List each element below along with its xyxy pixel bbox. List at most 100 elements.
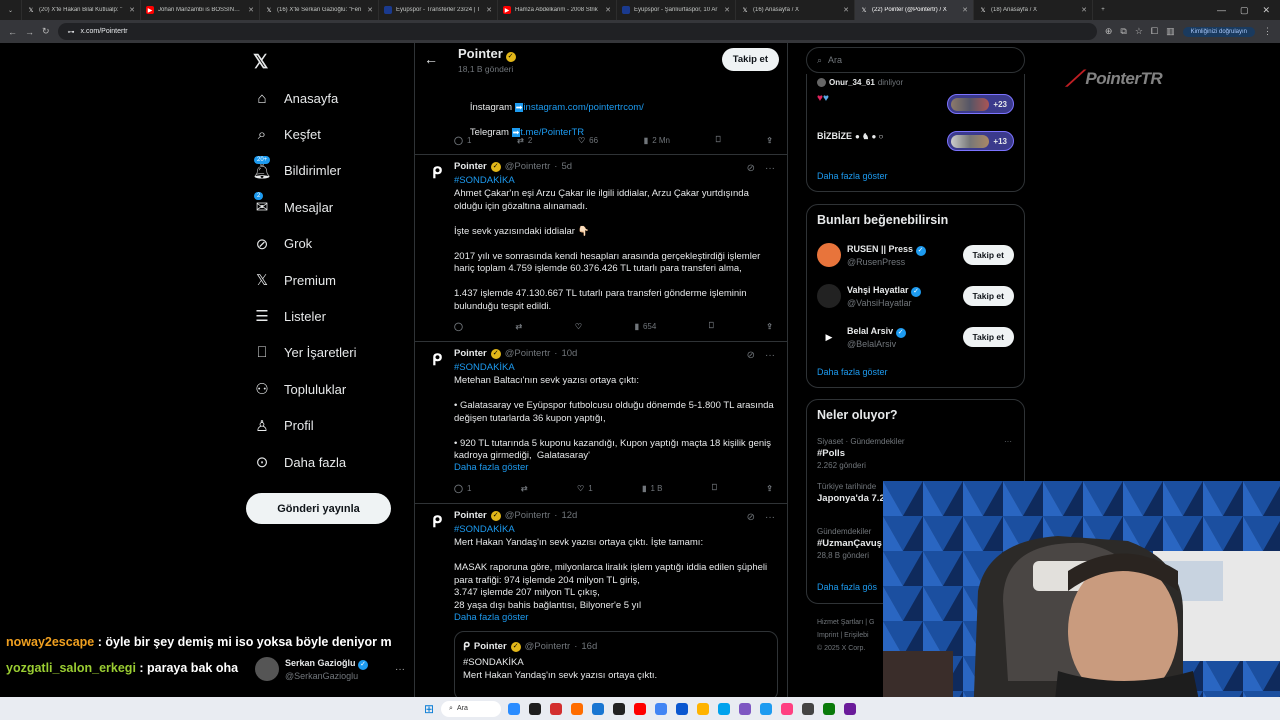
hashtag-link[interactable]: #SONDAKİKA: [454, 524, 779, 537]
tweet-time[interactable]: 12d: [561, 510, 577, 521]
author-handle[interactable]: @Pointertr: [505, 348, 551, 359]
netflix-icon[interactable]: [634, 702, 647, 715]
tweet-1[interactable]: ᑭ Pointer ✓ @Pointertr · 5d ⊘ ··· #SONDAK…: [415, 155, 787, 342]
repost-button[interactable]: ⇄ 2: [517, 135, 532, 145]
pointer-avatar[interactable]: ᑭ: [427, 163, 447, 183]
music-icon[interactable]: [781, 702, 794, 715]
profile-pill[interactable]: Kimliğinizi doğrulayın: [1182, 26, 1255, 37]
browser-tab[interactable]: ▶ Johan Manzambi is BOSSING in ✕: [141, 0, 260, 20]
sidebar-item-person[interactable]: ♙ Profil: [254, 408, 313, 444]
taskbar-app-icon[interactable]: [676, 702, 689, 715]
browser-tab[interactable]: ▶ Hamza Abdelkarim - 2008 Strik ✕: [498, 0, 617, 20]
edge-icon[interactable]: [718, 702, 731, 715]
like-button[interactable]: ♡ 66: [578, 135, 598, 145]
sidebar-item-people[interactable]: ⚇ Topluluklar: [254, 371, 346, 407]
pinned-tweet[interactable]: İnstagram ➡instagram.com/pointertrcom/ T…: [415, 77, 787, 155]
author-name[interactable]: Pointer: [454, 161, 487, 172]
search-box[interactable]: ⌕ Ara: [806, 47, 1025, 73]
space-join-pill-1[interactable]: +23: [947, 94, 1014, 114]
back-arrow-icon[interactable]: ←: [424, 51, 438, 67]
telegram-icon[interactable]: [592, 702, 605, 715]
close-tab-icon[interactable]: ✕: [724, 6, 730, 14]
sidebar-item-mail[interactable]: ✉ 2 Mesajlar: [254, 189, 333, 225]
star-icon[interactable]: ☆: [1135, 26, 1143, 37]
views-button[interactable]: ▮ 654: [635, 321, 657, 331]
spaces-show-more[interactable]: Daha fazla göster: [817, 171, 888, 181]
reload-icon[interactable]: ↻: [42, 26, 50, 37]
quoted-tweet[interactable]: ᑭ Pointer ✓ @Pointertr · 16d #SONDAKİKA …: [454, 631, 778, 701]
close-tab-icon[interactable]: ✕: [248, 6, 254, 14]
share-button[interactable]: ⇪: [766, 135, 773, 145]
trend-item[interactable]: Siyaset · Gündemdekiler #Polls 2.262 gönde…: [817, 436, 1014, 472]
address-bar[interactable]: ⊶ x.com/Pointertr: [57, 23, 1097, 40]
tweet-time[interactable]: 10d: [561, 348, 577, 359]
gift-icon[interactable]: [613, 702, 626, 715]
pointer-avatar[interactable]: ᑭ: [427, 350, 447, 370]
x-logo-icon[interactable]: 𝕏: [253, 51, 268, 74]
office-icon[interactable]: [571, 702, 584, 715]
discord-icon[interactable]: [739, 702, 752, 715]
footer-line-2[interactable]: Imprint | Erişilebi: [817, 629, 874, 642]
show-more-link[interactable]: Daha fazla göster: [454, 612, 779, 625]
reply-button[interactable]: ◯: [454, 321, 463, 331]
pointer-avatar[interactable]: ᑭ: [427, 512, 447, 532]
taskbar-search[interactable]: ⌕ Ara: [441, 700, 502, 717]
grok-icon[interactable]: ⊘: [747, 512, 755, 523]
grok-icon[interactable]: ⊘: [747, 163, 755, 174]
post-button[interactable]: Gönderi yayınla: [246, 493, 391, 524]
minimize-icon[interactable]: —: [1217, 5, 1226, 16]
tweet-time[interactable]: 5d: [561, 161, 572, 172]
sidepanel-icon[interactable]: ▥: [1166, 26, 1175, 37]
close-tab-icon[interactable]: ✕: [605, 6, 611, 14]
zoom-icon[interactable]: ⊕: [1105, 26, 1113, 37]
sidebar-item-search[interactable]: ⌕ Keşfet: [254, 116, 321, 152]
browser-tab[interactable]: 𝕏 (16) Anasayfa / X ✕: [736, 0, 855, 20]
extensions-icon[interactable]: ⧠: [1151, 26, 1158, 37]
follow-button[interactable]: Takip et: [962, 245, 1014, 265]
sidebar-item-x-logo[interactable]: 𝕏 Premium: [254, 262, 336, 298]
show-more-link[interactable]: Daha fazla göster: [454, 462, 779, 475]
browser-tab[interactable]: 𝕏 (20) X'te Hakan Bilal Kutlualp: " ✕: [22, 0, 141, 20]
browser-tab[interactable]: 𝕏 (18) Anasayfa / X ✕: [974, 0, 1093, 20]
twitter-icon[interactable]: [760, 702, 773, 715]
windows-start-icon[interactable]: ⊞: [424, 702, 434, 716]
files-icon[interactable]: [697, 702, 710, 715]
hashtag-link[interactable]: #SONDAKİKA: [454, 362, 779, 375]
space-join-pill-2[interactable]: +13: [947, 131, 1014, 151]
bookmark-button[interactable]: ⎕: [716, 135, 721, 145]
browser-tab[interactable]: Eyüpspor - Transferler 23/24 | T ✕: [379, 0, 498, 20]
install-icon[interactable]: ⧉: [1120, 26, 1126, 37]
close-tab-icon[interactable]: ✕: [486, 6, 492, 14]
author-name[interactable]: Pointer: [454, 348, 487, 359]
author-name[interactable]: Pointer: [454, 510, 487, 521]
tab-menu-button[interactable]: ⌄: [0, 0, 22, 20]
follow-profile-button[interactable]: Takip et: [721, 48, 779, 71]
obs-icon[interactable]: [802, 702, 815, 715]
reply-button[interactable]: ◯ 1: [454, 483, 471, 493]
suggested-account[interactable]: Vahşi Hayatlar ✓ @VahsiHayatlar Takip et: [817, 281, 1014, 311]
close-tab-icon[interactable]: ✕: [367, 6, 373, 14]
forward-icon[interactable]: →: [25, 27, 34, 37]
red-app-icon[interactable]: [550, 702, 563, 715]
suggested-account[interactable]: RUSEN || Press ✓ @RusenPress Takip et: [817, 240, 1014, 270]
tweet-3[interactable]: ᑭ Pointer ✓ @Pointertr · 12d ⊘ ··· #SONDA…: [415, 504, 787, 703]
repost-button[interactable]: ⇄: [521, 483, 528, 493]
footer-line-1[interactable]: Hizmet Şartları | G: [817, 616, 874, 629]
sidebar-item-list[interactable]: ☰ Listeler: [254, 298, 326, 334]
app-icon[interactable]: [844, 702, 857, 715]
hashtag-link[interactable]: #SONDAKİKA: [454, 175, 779, 188]
grok-icon[interactable]: ⊘: [747, 350, 755, 361]
more-icon[interactable]: ···: [1004, 436, 1012, 448]
follow-button[interactable]: Takip et: [962, 327, 1014, 347]
sidebar-item-grok[interactable]: ⊘ Grok: [254, 226, 312, 262]
chrome-icon[interactable]: [655, 702, 668, 715]
follow-button[interactable]: Takip et: [962, 286, 1014, 306]
browser-tab[interactable]: 𝕏 (16) X'te Serkan Gazioğlu: "Fen ✕: [260, 0, 379, 20]
close-window-icon[interactable]: ✕: [1262, 5, 1270, 16]
share-button[interactable]: ⇪: [766, 321, 773, 331]
repost-button[interactable]: ⇄: [516, 321, 523, 331]
bookmark-button[interactable]: ⎕: [712, 483, 717, 493]
excel-icon[interactable]: [823, 702, 836, 715]
maximize-icon[interactable]: ▢: [1240, 5, 1249, 16]
reply-button[interactable]: ◯ 1: [454, 135, 471, 145]
